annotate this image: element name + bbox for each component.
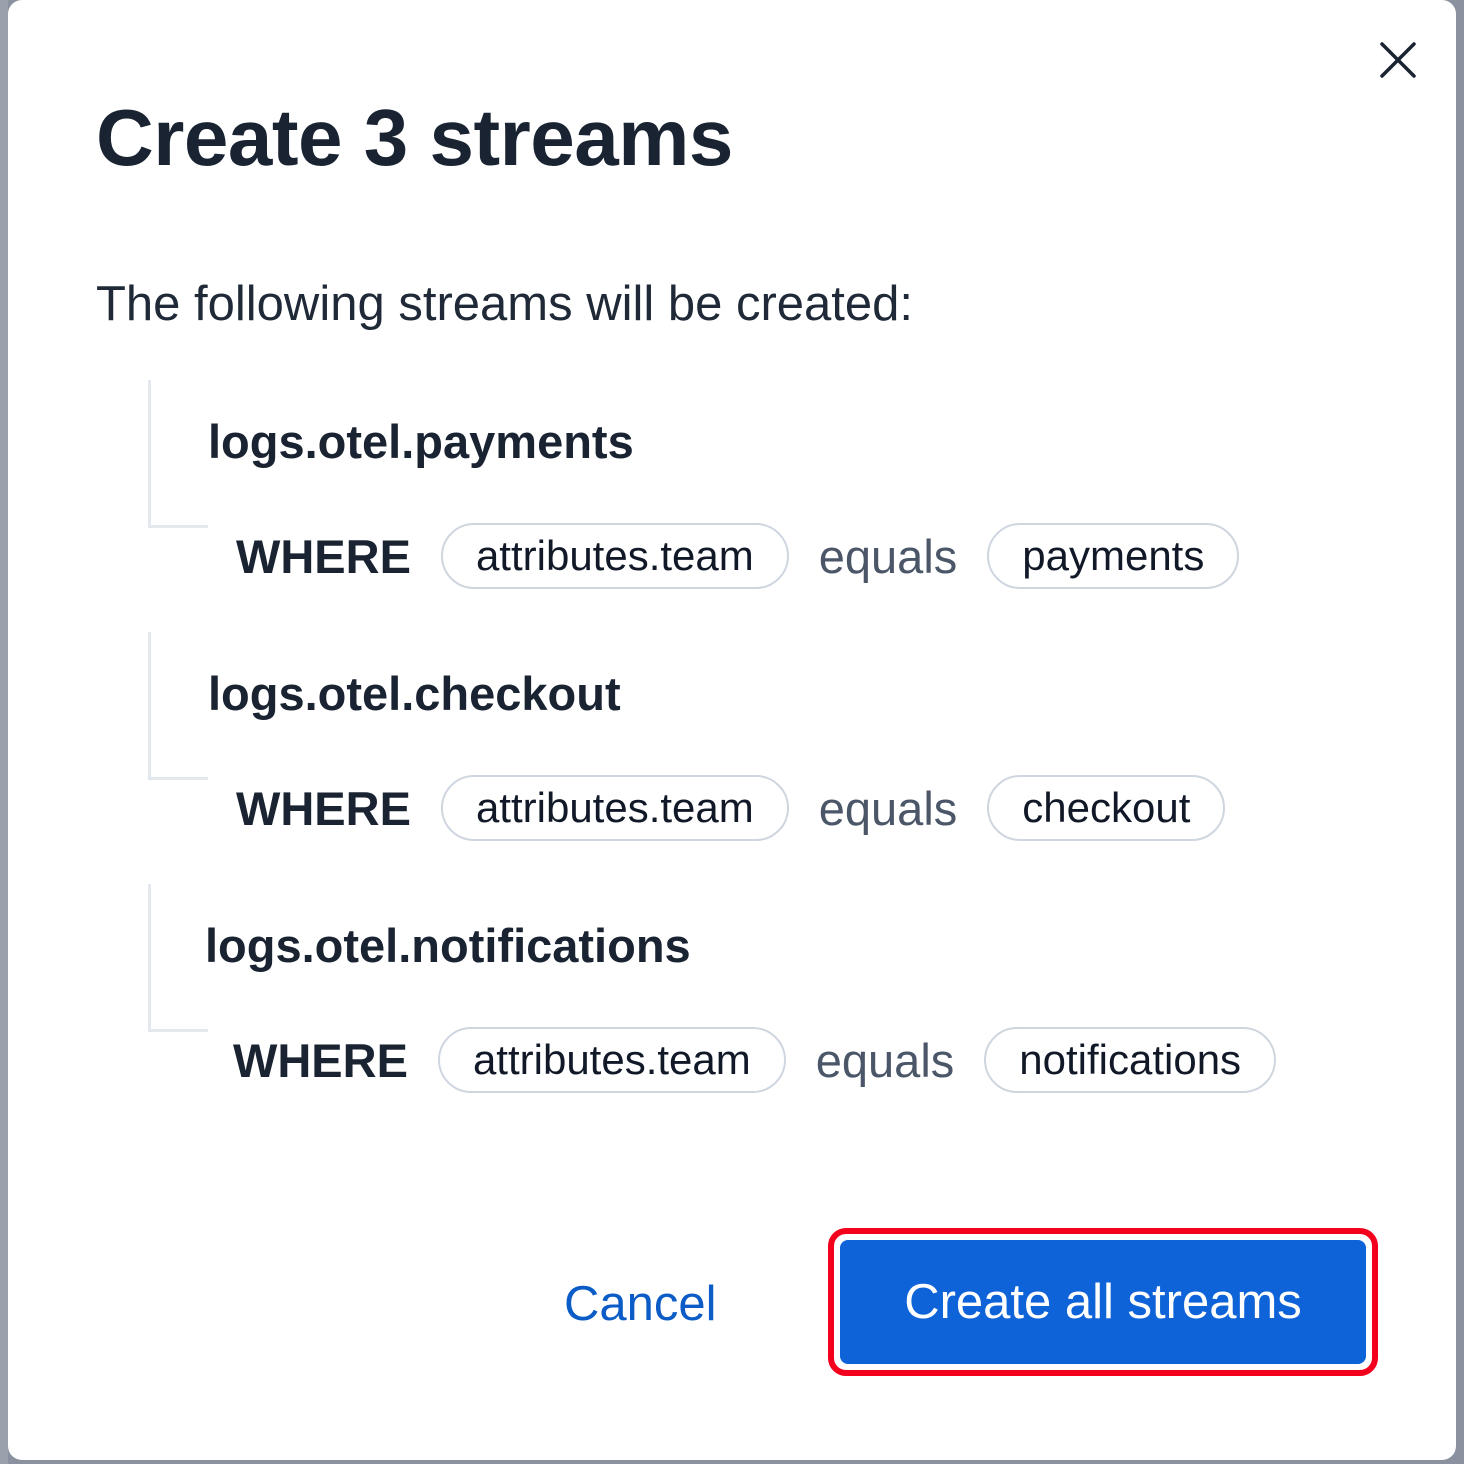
field-pill: attributes.team bbox=[440, 775, 789, 841]
where-keyword: WHERE bbox=[233, 1033, 408, 1087]
modal-intro-text: The following streams will be created: bbox=[96, 277, 914, 331]
where-keyword: WHERE bbox=[236, 781, 411, 835]
stream-condition: WHERE attributes.team equals checkout bbox=[236, 774, 1226, 842]
value-pill: checkout bbox=[987, 775, 1226, 841]
backdrop bbox=[0, 0, 8, 1464]
stream-item: logs.otel.payments WHERE attributes.team… bbox=[148, 380, 1398, 630]
value-pill: notifications bbox=[984, 1027, 1277, 1093]
where-keyword: WHERE bbox=[236, 529, 411, 583]
close-button[interactable] bbox=[1374, 36, 1422, 84]
stream-condition: WHERE attributes.team equals notificatio… bbox=[233, 1026, 1277, 1094]
close-icon bbox=[1380, 42, 1416, 78]
operator-text: equals bbox=[818, 529, 958, 583]
stream-list: logs.otel.payments WHERE attributes.team… bbox=[148, 380, 1398, 1110]
field-pill: attributes.team bbox=[437, 1027, 786, 1093]
stream-name: logs.otel.notifications bbox=[205, 919, 691, 972]
stream-item: logs.otel.notifications WHERE attributes… bbox=[148, 884, 1398, 1134]
stream-item: logs.otel.checkout WHERE attributes.team… bbox=[148, 632, 1398, 882]
field-pill: attributes.team bbox=[440, 523, 789, 589]
stream-name: logs.otel.payments bbox=[208, 415, 634, 468]
operator-text: equals bbox=[818, 781, 958, 835]
operator-text: equals bbox=[815, 1033, 955, 1087]
create-streams-modal: Create 3 streams The following streams w… bbox=[8, 0, 1456, 1460]
modal-footer: Cancel Create all streams bbox=[8, 1226, 1456, 1376]
value-pill: payments bbox=[987, 523, 1240, 589]
stream-condition: WHERE attributes.team equals payments bbox=[236, 522, 1240, 590]
cancel-button[interactable]: Cancel bbox=[548, 1266, 733, 1342]
stream-name: logs.otel.checkout bbox=[208, 667, 621, 720]
modal-title: Create 3 streams bbox=[96, 93, 733, 182]
create-all-streams-button[interactable]: Create all streams bbox=[840, 1240, 1366, 1364]
